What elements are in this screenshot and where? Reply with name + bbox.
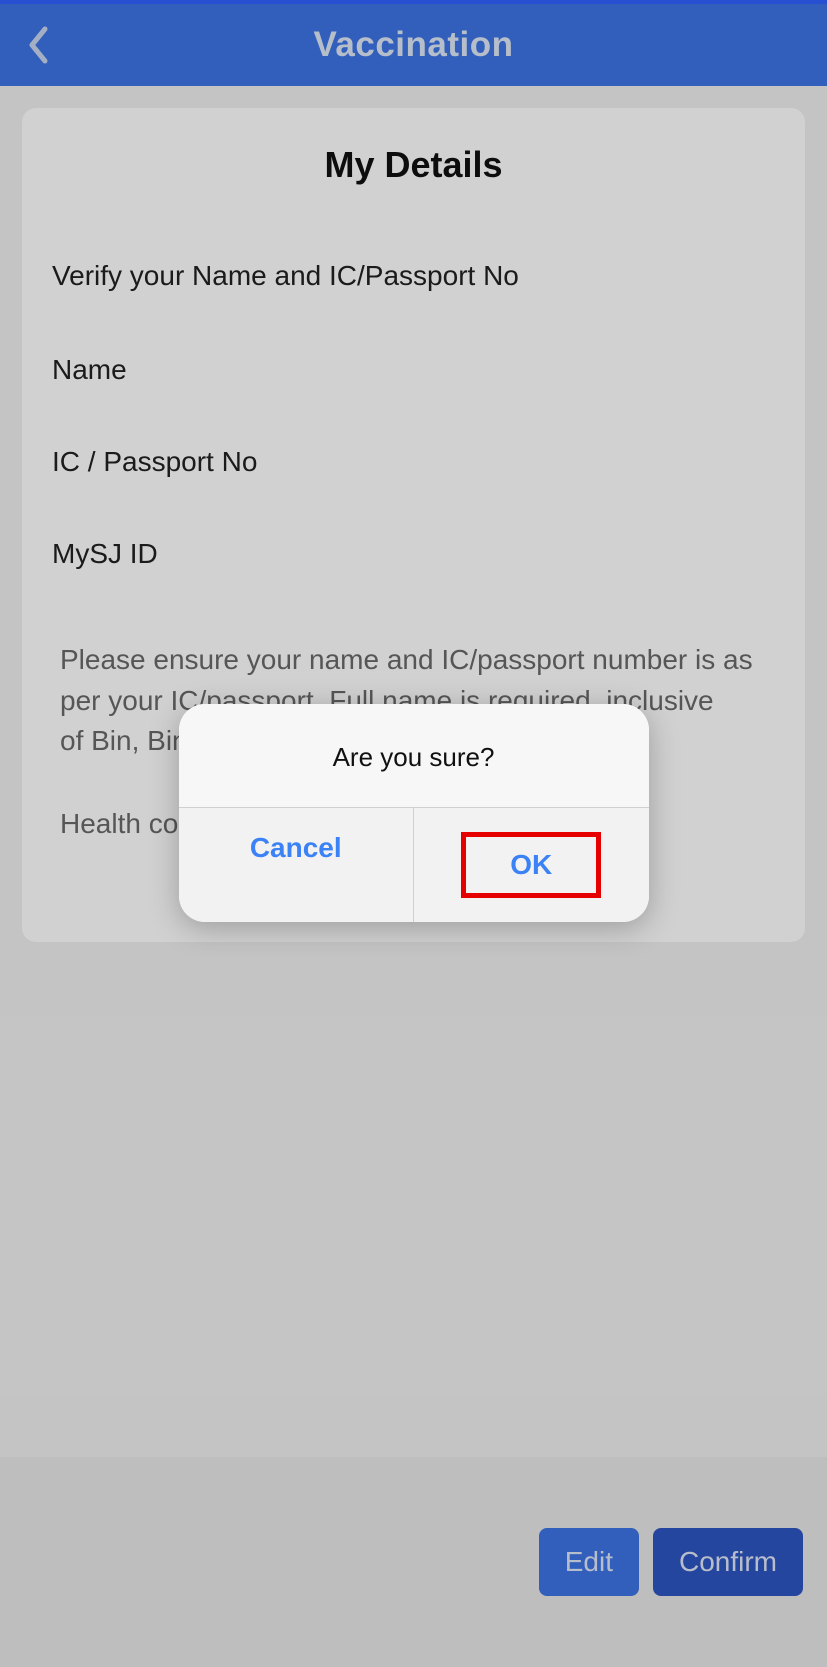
cancel-button[interactable]: Cancel (179, 808, 414, 922)
cancel-button-label: Cancel (250, 832, 342, 863)
ok-button-label: OK (461, 832, 601, 898)
dialog-button-row: Cancel OK (179, 807, 649, 922)
confirmation-dialog: Are you sure? Cancel OK (179, 704, 649, 922)
dialog-message: Are you sure? (179, 704, 649, 807)
ok-button[interactable]: OK (413, 808, 649, 922)
